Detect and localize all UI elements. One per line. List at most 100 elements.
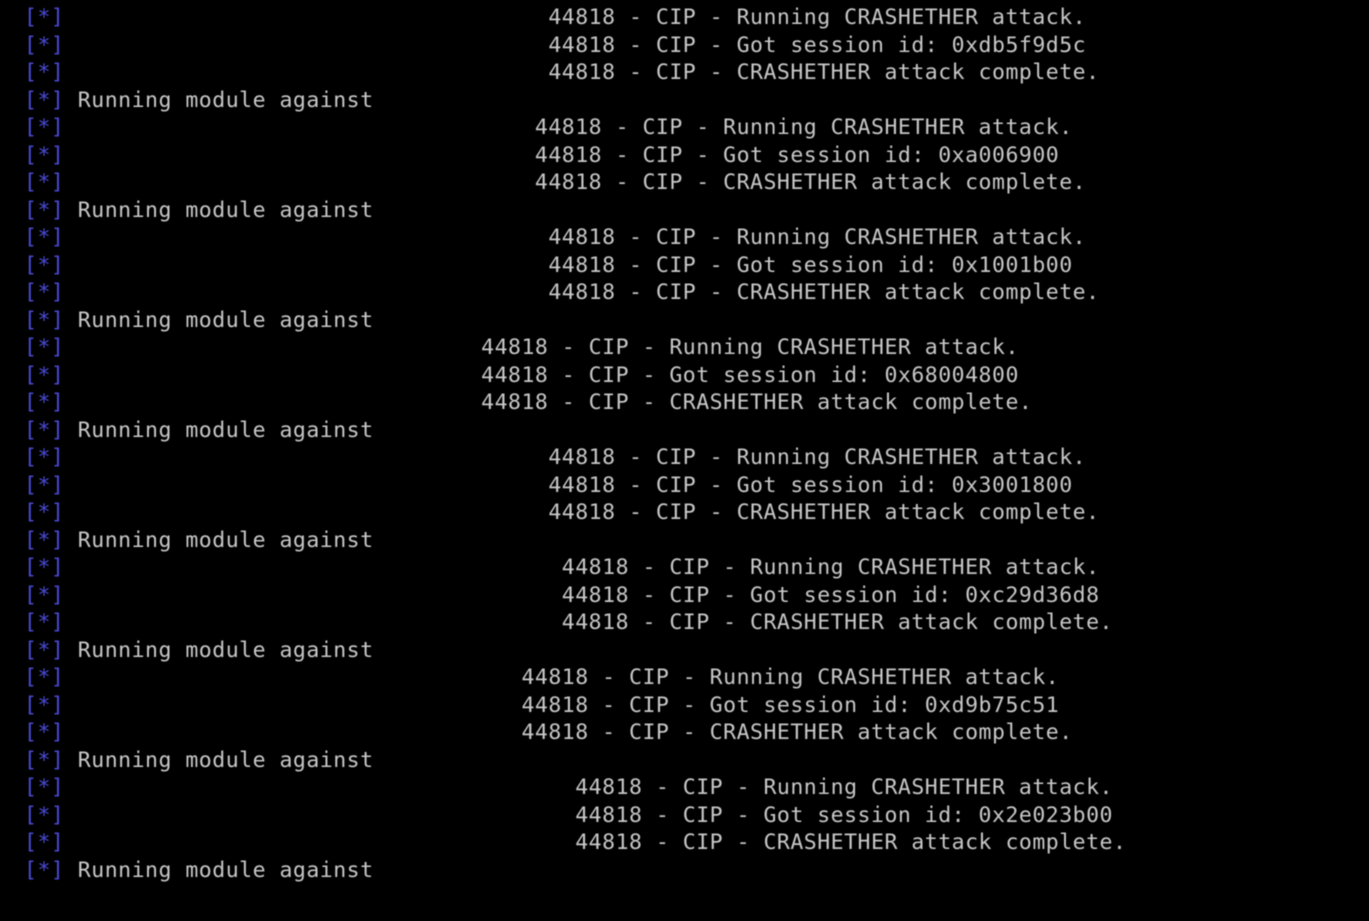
asterisk-icon: * — [37, 170, 50, 195]
line-text: 44818 - CIP - Got session id: 0xa006900 — [64, 143, 1059, 168]
open-bracket: [ — [24, 693, 37, 718]
line-text: 44818 - CIP - Got session id: 0x1001b00 — [64, 253, 1072, 278]
open-bracket: [ — [24, 115, 37, 140]
open-bracket: [ — [24, 253, 37, 278]
line-text: Running module against — [64, 418, 373, 443]
line-text: Running module against — [64, 198, 373, 223]
terminal-line: [*] Running module against — [24, 87, 1361, 115]
asterisk-icon: * — [37, 500, 50, 525]
line-text: 44818 - CIP - CRASHETHER attack complete… — [64, 610, 1113, 635]
open-bracket: [ — [24, 198, 37, 223]
line-text: 44818 - CIP - CRASHETHER attack complete… — [64, 60, 1099, 85]
terminal-line: [*] 44818 - CIP - CRASHETHER attack comp… — [24, 829, 1361, 857]
line-text: 44818 - CIP - Running CRASHETHER attack. — [64, 445, 1086, 470]
asterisk-icon: * — [37, 775, 50, 800]
asterisk-icon: * — [37, 583, 50, 608]
asterisk-icon: * — [37, 473, 50, 498]
open-bracket: [ — [24, 748, 37, 773]
open-bracket: [ — [24, 143, 37, 168]
terminal-line: [*] 44818 - CIP - Running CRASHETHER att… — [24, 224, 1361, 252]
open-bracket: [ — [24, 335, 37, 360]
terminal-line: [*] Running module against — [24, 197, 1361, 225]
line-text: 44818 - CIP - Running CRASHETHER attack. — [64, 225, 1086, 250]
terminal-line: [*] 44818 - CIP - CRASHETHER attack comp… — [24, 499, 1361, 527]
asterisk-icon: * — [37, 830, 50, 855]
terminal-line: [*] 44818 - CIP - CRASHETHER attack comp… — [24, 609, 1361, 637]
asterisk-icon: * — [37, 665, 50, 690]
terminal-line: [*] 44818 - CIP - Got session id: 0x6800… — [24, 362, 1361, 390]
terminal-line: [*] 44818 - CIP - Running CRASHETHER att… — [24, 664, 1361, 692]
terminal-line: [*] 44818 - CIP - Running CRASHETHER att… — [24, 334, 1361, 362]
line-text: 44818 - CIP - CRASHETHER attack complete… — [64, 170, 1086, 195]
asterisk-icon: * — [37, 253, 50, 278]
terminal-line: [*] Running module against — [24, 307, 1361, 335]
open-bracket: [ — [24, 610, 37, 635]
line-text: 44818 - CIP - Running CRASHETHER attack. — [64, 115, 1072, 140]
terminal-line: [*] 44818 - CIP - Running CRASHETHER att… — [24, 774, 1361, 802]
terminal-line: [*] Running module against — [24, 527, 1361, 555]
terminal-line: [*] 44818 - CIP - CRASHETHER attack comp… — [24, 389, 1361, 417]
terminal-line: [*] 44818 - CIP - Running CRASHETHER att… — [24, 554, 1361, 582]
close-bracket: ] — [51, 555, 64, 580]
open-bracket: [ — [24, 720, 37, 745]
terminal-line: [*] Running module against — [24, 857, 1361, 885]
close-bracket: ] — [51, 335, 64, 360]
asterisk-icon: * — [37, 88, 50, 113]
close-bracket: ] — [51, 830, 64, 855]
asterisk-icon: * — [37, 225, 50, 250]
terminal-line: [*] 44818 - CIP - CRASHETHER attack comp… — [24, 169, 1361, 197]
terminal-line: [*] 44818 - CIP - Got session id: 0x1001… — [24, 252, 1361, 280]
line-text: 44818 - CIP - Running CRASHETHER attack. — [64, 665, 1059, 690]
line-text: Running module against — [64, 528, 373, 553]
close-bracket: ] — [51, 665, 64, 690]
close-bracket: ] — [51, 60, 64, 85]
close-bracket: ] — [51, 473, 64, 498]
asterisk-icon: * — [37, 528, 50, 553]
close-bracket: ] — [51, 225, 64, 250]
terminal-line: [*] 44818 - CIP - Running CRASHETHER att… — [24, 4, 1361, 32]
close-bracket: ] — [51, 748, 64, 773]
line-text: Running module against — [64, 858, 373, 883]
open-bracket: [ — [24, 418, 37, 443]
open-bracket: [ — [24, 830, 37, 855]
terminal-line: [*] 44818 - CIP - Got session id: 0xdb5f… — [24, 32, 1361, 60]
terminal-line: [*] 44818 - CIP - Got session id: 0xc29d… — [24, 582, 1361, 610]
close-bracket: ] — [51, 500, 64, 525]
line-text: Running module against — [64, 308, 373, 333]
line-text: 44818 - CIP - Got session id: 0xc29d36d8 — [64, 583, 1099, 608]
line-text: 44818 - CIP - CRASHETHER attack complete… — [64, 280, 1099, 305]
close-bracket: ] — [51, 693, 64, 718]
open-bracket: [ — [24, 858, 37, 883]
close-bracket: ] — [51, 5, 64, 30]
close-bracket: ] — [51, 280, 64, 305]
close-bracket: ] — [51, 638, 64, 663]
line-text: Running module against — [64, 638, 373, 663]
open-bracket: [ — [24, 803, 37, 828]
terminal-line: [*] 44818 - CIP - Got session id: 0xd9b7… — [24, 692, 1361, 720]
terminal-line: [*] Running module against — [24, 637, 1361, 665]
terminal-line: [*] 44818 - CIP - CRASHETHER attack comp… — [24, 59, 1361, 87]
open-bracket: [ — [24, 33, 37, 58]
terminal-line: [*] 44818 - CIP - Got session id: 0x3001… — [24, 472, 1361, 500]
open-bracket: [ — [24, 445, 37, 470]
close-bracket: ] — [51, 143, 64, 168]
close-bracket: ] — [51, 170, 64, 195]
open-bracket: [ — [24, 60, 37, 85]
close-bracket: ] — [51, 583, 64, 608]
terminal-line: [*] Running module against — [24, 417, 1361, 445]
open-bracket: [ — [24, 665, 37, 690]
line-text: 44818 - CIP - Running CRASHETHER attack. — [64, 335, 1019, 360]
close-bracket: ] — [51, 88, 64, 113]
asterisk-icon: * — [37, 720, 50, 745]
asterisk-icon: * — [37, 638, 50, 663]
close-bracket: ] — [51, 390, 64, 415]
close-bracket: ] — [51, 858, 64, 883]
open-bracket: [ — [24, 88, 37, 113]
open-bracket: [ — [24, 583, 37, 608]
open-bracket: [ — [24, 555, 37, 580]
open-bracket: [ — [24, 170, 37, 195]
open-bracket: [ — [24, 363, 37, 388]
close-bracket: ] — [51, 308, 64, 333]
terminal-line: [*] 44818 - CIP - CRASHETHER attack comp… — [24, 719, 1361, 747]
asterisk-icon: * — [37, 5, 50, 30]
